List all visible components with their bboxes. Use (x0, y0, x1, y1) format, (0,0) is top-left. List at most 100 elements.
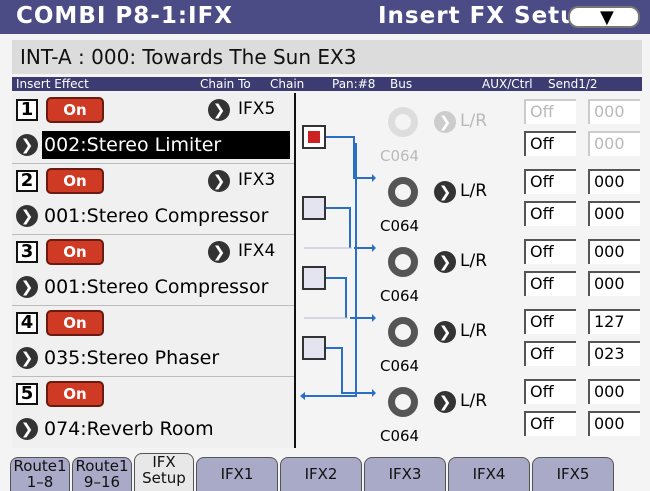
ifx5-on-button[interactable]: On (46, 381, 104, 407)
tab-ifx-setup[interactable]: IFX Setup (134, 453, 194, 491)
tab-label: IFX1 (220, 465, 254, 483)
send2-field[interactable]: 000 (588, 411, 640, 436)
page-title: COMBI P8-1:IFX (16, 3, 234, 29)
col-pan: Pan:#8 (332, 77, 376, 91)
ctrl-send2-field[interactable]: Off (524, 201, 576, 226)
bus-select-icon[interactable]: ❯ (434, 321, 456, 343)
slot-number: 5 (16, 383, 38, 405)
pan-value: C064 (380, 427, 420, 445)
send1-field[interactable]: 000 (588, 379, 640, 404)
bus-value: L/R (460, 251, 488, 271)
ifx3-on-button[interactable]: On (46, 239, 104, 265)
send2-field[interactable]: 000 (588, 271, 640, 296)
effect-select-icon[interactable]: ❯ (16, 418, 38, 440)
slot-number: 1 (16, 99, 38, 121)
ifx-slot-3: 3 On ❯ IFX4 ❯ 001:Stereo Compressor (12, 235, 294, 306)
tab-route1-1-8[interactable]: Route1 1–8 (10, 457, 70, 491)
tab-ifx3[interactable]: IFX3 (364, 457, 446, 491)
tab-label: Setup (142, 469, 186, 487)
ifx1-effect-name[interactable]: 002:Stereo Limiter (42, 131, 290, 159)
ctrl-send2-field[interactable]: Off (524, 341, 576, 366)
effect-select-icon[interactable]: ❯ (16, 347, 38, 369)
chain-checkbox-ifx1[interactable] (302, 125, 326, 149)
title-bar: COMBI P8-1:IFX Insert FX Setup ▼ (0, 0, 650, 34)
col-aux-ctrl: AUX/Ctrl (482, 77, 533, 91)
chain-to-value: IFX4 (238, 241, 276, 261)
program-name: INT-A : 000: Towards The Sun EX3 (20, 45, 357, 69)
ctrl-send1-field[interactable]: Off (524, 309, 576, 334)
chain-to-popup-icon[interactable]: ❯ (208, 241, 230, 263)
chain-diagram (296, 93, 376, 448)
col-bus: Bus (390, 77, 413, 91)
tab-label: 1–8 (26, 473, 54, 491)
bus-value: L/R (460, 111, 488, 131)
tab-ifx2[interactable]: IFX2 (280, 457, 362, 491)
output-routing-panel: C064 ❯ L/R Off Off 000 000 C064 ❯ L/R Of… (376, 93, 642, 448)
ctrl-send2-field[interactable]: Off (524, 411, 576, 436)
chevron-down-icon: ▼ (600, 7, 614, 28)
send2-field[interactable]: 023 (588, 341, 640, 366)
send1-field[interactable]: 127 (588, 309, 640, 334)
ifx4-on-button[interactable]: On (46, 310, 104, 336)
slot-number: 3 (16, 241, 38, 263)
ifx5-effect-name[interactable]: 074:Reverb Room (42, 415, 290, 443)
pan-knob[interactable] (388, 387, 418, 417)
pan-knob[interactable] (388, 107, 418, 137)
ifx-slot-5: 5 On ❯ 074:Reverb Room (12, 377, 294, 447)
send1-field[interactable]: 000 (588, 239, 640, 264)
effect-select-icon[interactable]: ❯ (16, 134, 38, 156)
ctrl-send2-field[interactable]: Off (524, 131, 576, 156)
send1-field[interactable]: 000 (588, 169, 640, 194)
effect-select-icon[interactable]: ❯ (16, 276, 38, 298)
pan-knob[interactable] (388, 177, 418, 207)
tab-label: IFX4 (472, 465, 506, 483)
tab-label: 9–16 (83, 473, 121, 491)
program-select-bar[interactable]: INT-A : 000: Towards The Sun EX3 (12, 40, 642, 74)
tab-ifx5[interactable]: IFX5 (532, 457, 614, 491)
ifx3-effect-name[interactable]: 001:Stereo Compressor (42, 273, 290, 301)
ifx1-on-button[interactable]: On (46, 97, 104, 123)
chain-to-popup-icon[interactable]: ❯ (208, 170, 230, 192)
ctrl-send1-field[interactable]: Off (524, 99, 576, 124)
chain-to-popup-icon[interactable]: ❯ (208, 99, 230, 121)
bus-select-icon[interactable]: ❯ (434, 181, 456, 203)
page-subtitle: Insert FX Setup (378, 3, 596, 29)
tab-ifx4[interactable]: IFX4 (448, 457, 530, 491)
ctrl-send1-field[interactable]: Off (524, 169, 576, 194)
ifx-slot-4: 4 On ❯ 035:Stereo Phaser (12, 306, 294, 377)
pan-knob[interactable] (388, 317, 418, 347)
ctrl-send1-field[interactable]: Off (524, 379, 576, 404)
tab-label: IFX2 (304, 465, 338, 483)
checked-mark-icon (308, 131, 320, 143)
tab-route1-9-16[interactable]: Route1 9–16 (72, 457, 132, 491)
bus-select-icon[interactable]: ❯ (434, 111, 456, 133)
chain-checkbox-ifx3[interactable] (302, 266, 326, 290)
send2-field[interactable]: 000 (588, 131, 640, 156)
bus-select-icon[interactable]: ❯ (434, 391, 456, 413)
ifx4-effect-name[interactable]: 035:Stereo Phaser (42, 344, 290, 372)
bus-select-icon[interactable]: ❯ (434, 251, 456, 273)
col-chain-to: Chain To (200, 77, 251, 91)
chain-checkbox-ifx4[interactable] (302, 336, 326, 360)
chain-to-value: IFX3 (238, 170, 276, 190)
ifx2-effect-name[interactable]: 001:Stereo Compressor (42, 202, 290, 230)
bus-value: L/R (460, 181, 488, 201)
send2-field[interactable]: 000 (588, 201, 640, 226)
effect-select-icon[interactable]: ❯ (16, 205, 38, 227)
ctrl-send1-field[interactable]: Off (524, 239, 576, 264)
col-chain: Chain (270, 77, 305, 91)
ifx2-on-button[interactable]: On (46, 168, 104, 194)
page-menu-button[interactable]: ▼ (568, 6, 640, 28)
chain-checkbox-ifx2[interactable] (302, 196, 326, 220)
pan-value: C064 (380, 357, 420, 375)
pan-value: C064 (380, 287, 420, 305)
tab-label: IFX3 (388, 465, 422, 483)
ctrl-send2-field[interactable]: Off (524, 271, 576, 296)
pan-knob[interactable] (388, 247, 418, 277)
col-insert-effect: Insert Effect (16, 77, 89, 91)
send1-field[interactable]: 000 (588, 99, 640, 124)
column-header-bar: Insert Effect Chain To Chain Pan:#8 Bus … (12, 77, 642, 91)
tab-ifx1[interactable]: IFX1 (196, 457, 278, 491)
tab-label: IFX5 (556, 465, 590, 483)
pan-value: C064 (380, 147, 420, 165)
